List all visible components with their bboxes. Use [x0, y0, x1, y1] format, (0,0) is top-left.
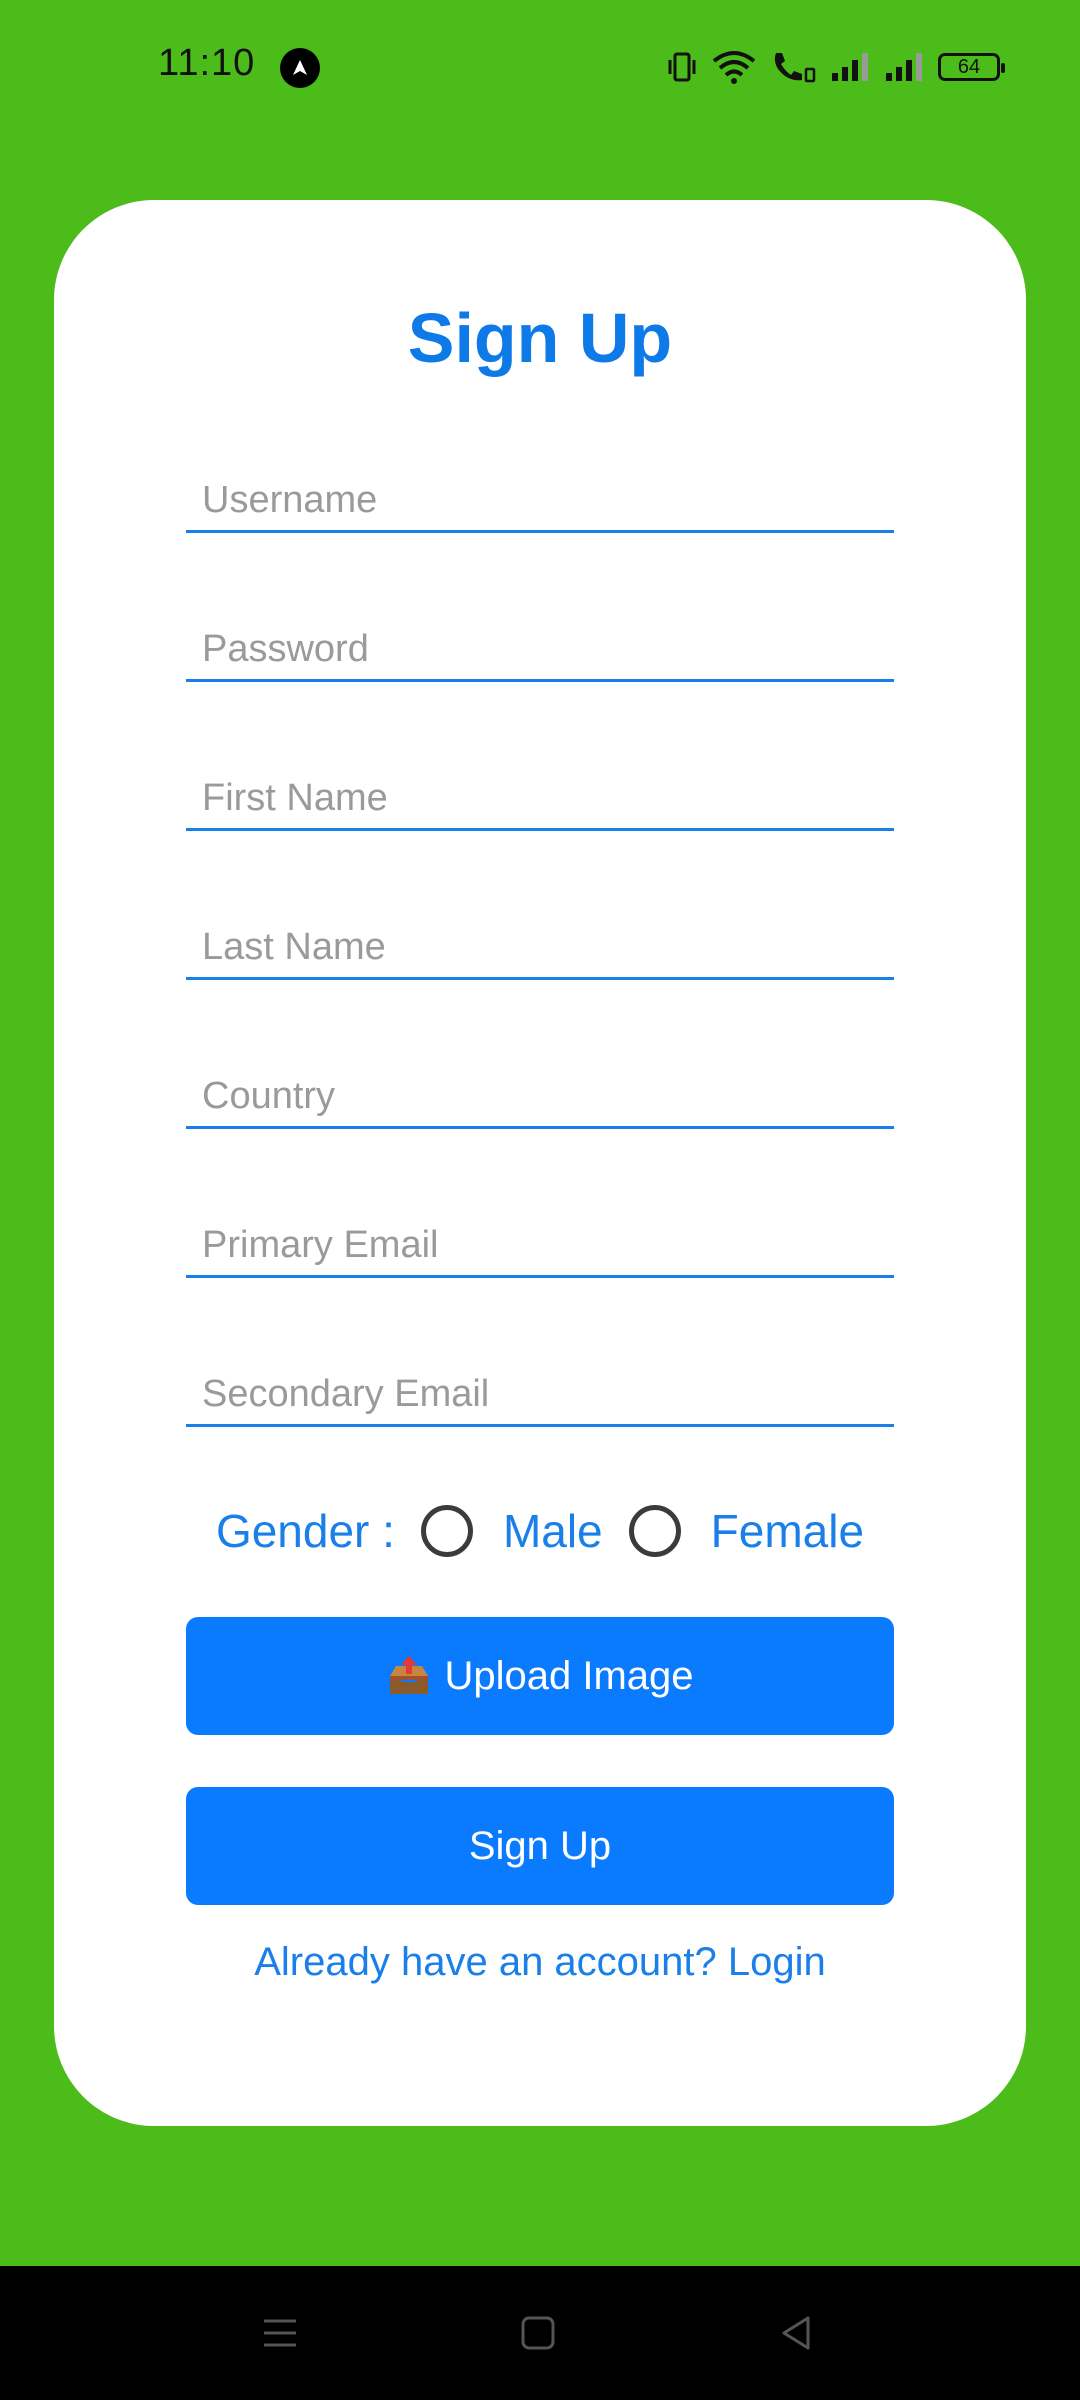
male-radio[interactable] — [420, 1505, 473, 1557]
navigation-arrow-icon — [280, 48, 320, 88]
signup-card: Sign Up Gender : Male Female — [54, 200, 1026, 2126]
first-name-field[interactable] — [186, 768, 894, 831]
female-radio[interactable] — [628, 1505, 681, 1557]
back-icon[interactable] — [766, 2306, 826, 2360]
wifi-icon — [712, 49, 756, 85]
menu-icon[interactable] — [250, 2306, 310, 2360]
signal-icon — [830, 51, 870, 83]
outbox-tray-icon — [386, 1654, 432, 1698]
last-name-input[interactable] — [186, 917, 894, 977]
signal-icon — [884, 51, 924, 83]
home-icon[interactable] — [508, 2306, 568, 2360]
battery-icon: 64 — [938, 53, 1005, 81]
signup-button[interactable]: Sign Up — [186, 1787, 894, 1905]
male-option-label[interactable]: Male — [503, 1504, 603, 1558]
primary-email-input[interactable] — [186, 1215, 894, 1275]
wifi-calling-icon — [770, 49, 816, 85]
password-input[interactable] — [186, 619, 894, 679]
navigation-bar — [0, 2266, 1080, 2400]
secondary-email-field[interactable] — [186, 1364, 894, 1427]
status-icons: 64 — [666, 46, 1005, 88]
gender-label: Gender : — [215, 1505, 395, 1557]
upload-image-label: Upload Image — [444, 1653, 694, 1698]
gender-selector: Gender : Male Female — [54, 1496, 1026, 1566]
vibrate-icon — [666, 50, 698, 84]
country-field[interactable] — [186, 1066, 894, 1129]
username-input[interactable] — [186, 470, 894, 530]
secondary-email-input[interactable] — [186, 1364, 894, 1424]
last-name-field[interactable] — [186, 917, 894, 980]
username-field[interactable] — [186, 470, 894, 533]
first-name-input[interactable] — [186, 768, 894, 828]
page-title: Sign Up — [407, 299, 673, 377]
status-bar: 11:10 64 — [0, 0, 1080, 135]
signup-button-label: Sign Up — [468, 1823, 612, 1868]
upload-image-button[interactable]: Upload Image — [186, 1617, 894, 1735]
primary-email-field[interactable] — [186, 1215, 894, 1278]
login-link[interactable]: Already have an account? Login — [54, 1940, 1026, 1985]
country-input[interactable] — [186, 1066, 894, 1126]
status-time: 11:10 — [158, 42, 256, 84]
battery-level: 64 — [957, 55, 981, 78]
password-field[interactable] — [186, 619, 894, 682]
female-option-label[interactable]: Female — [711, 1504, 864, 1558]
